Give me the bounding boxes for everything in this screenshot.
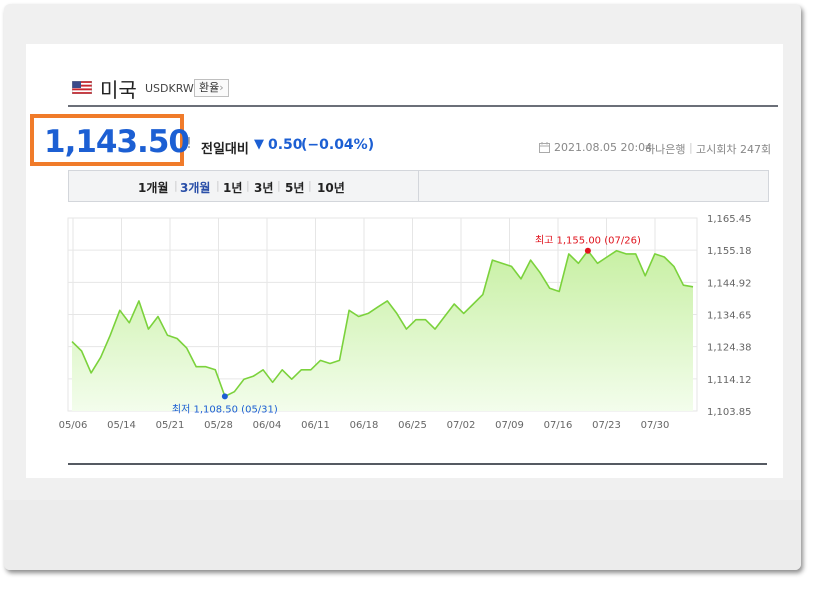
x-tick-label: 07/09 (495, 420, 524, 431)
y-tick-label: 1,114.12 (707, 375, 752, 386)
x-tick-label: 07/30 (641, 420, 670, 431)
min-marker (221, 393, 228, 400)
x-tick-label: 06/11 (301, 420, 330, 431)
x-tick-label: 05/14 (107, 420, 136, 431)
frame-footer (4, 500, 801, 570)
window-frame: 미국 USDKRW 환율› 1,143.50 ! 전일대비 ▼ 0.50 (−0… (4, 4, 801, 570)
y-tick-label: 1,155.18 (707, 246, 752, 257)
chart-bottom-divider (68, 463, 767, 465)
y-tick-label: 1,124.38 (707, 343, 752, 354)
min-label: 최저 1,108.50 (05/31) (172, 403, 278, 415)
y-tick-label: 1,165.45 (707, 214, 752, 225)
x-tick-label: 06/18 (350, 420, 379, 431)
x-tick-label: 05/06 (59, 420, 88, 431)
x-tick-label: 07/16 (544, 420, 573, 431)
max-marker (584, 247, 591, 254)
x-tick-label: 06/04 (253, 420, 282, 431)
max-label: 최고 1,155.00 (07/26) (535, 235, 641, 247)
exchange-rate-chart: 1,165.45 1,155.18 1,144.92 1,134.65 1,124.38… (59, 214, 752, 431)
x-tick-label: 06/25 (398, 420, 427, 431)
y-tick-label: 1,134.65 (707, 311, 752, 322)
y-tick-label: 1,144.92 (707, 278, 752, 289)
x-tick-label: 05/21 (156, 420, 185, 431)
x-tick-label: 07/23 (592, 420, 621, 431)
y-tick-label: 1,103.85 (707, 407, 752, 418)
x-tick-label: 07/02 (447, 420, 476, 431)
x-tick-label: 05/28 (204, 420, 233, 431)
exchange-rate-card: 미국 USDKRW 환율› 1,143.50 ! 전일대비 ▼ 0.50 (−0… (26, 44, 783, 478)
